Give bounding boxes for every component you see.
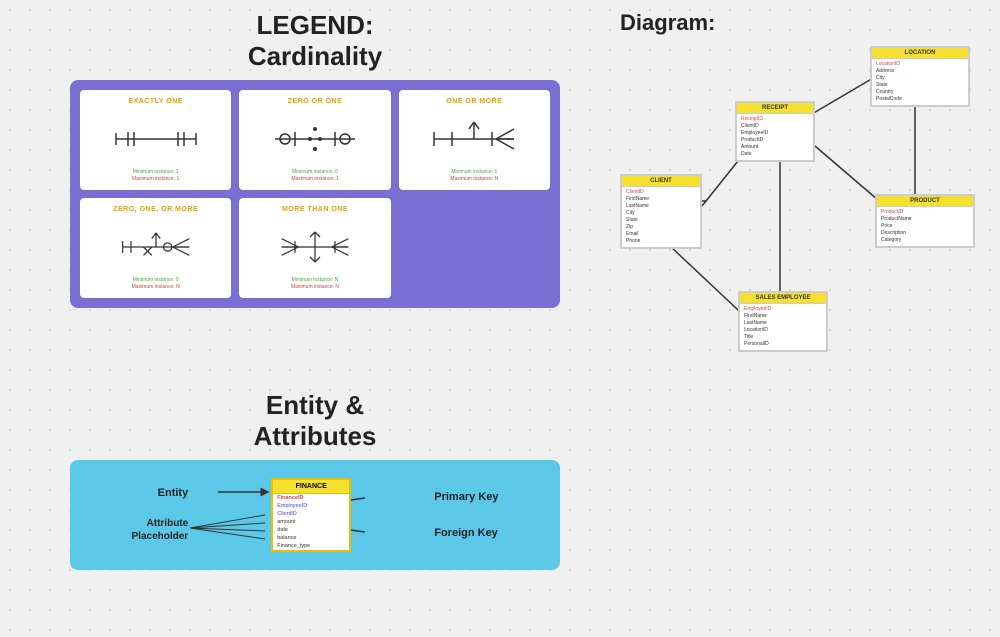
- legend-box: EXACTLY ONE Minimum i: [70, 80, 560, 308]
- finance-row-amount: amount: [273, 518, 349, 526]
- card-diagram-exactly-one: [86, 109, 225, 169]
- card-title-one-or-more: ONE OR MORE: [405, 98, 544, 105]
- db-entity-location: LOCATION LocationID Address City State C…: [870, 46, 970, 107]
- card-desc-more-than-one: Minimum instance: N Maximum instance: N: [245, 277, 384, 291]
- card-one-or-more: ONE OR MORE: [399, 90, 550, 190]
- diagram-section: Diagram: CLIENT Client: [620, 10, 990, 426]
- legend-title: LEGEND: Cardinality: [70, 10, 560, 72]
- card-title-zero-or-one: ZERO OR ONE: [245, 98, 384, 105]
- card-title-zero-one-more: ZERO, ONE, OR MORE: [86, 206, 225, 213]
- attribute-placeholder-label: AttributePlaceholder: [132, 517, 189, 543]
- card-diagram-zero-or-one: [245, 109, 384, 169]
- card-more-than-one: MORE THAN ONE: [239, 198, 390, 298]
- db-entity-sales-employee: SALES EMPLOYEE EmployeeID FirstName Last…: [738, 291, 828, 352]
- db-entity-client: CLIENT ClientID FirstName LastName City …: [620, 174, 702, 249]
- card-diagram-more-than-one: [245, 217, 384, 277]
- finance-row-date: date: [273, 526, 349, 534]
- card-zero-one-more: ZERO, ONE, OR MORE: [80, 198, 231, 298]
- card-desc-zero-one-more: Minimum instance: 0 Maximum instance: N: [86, 277, 225, 291]
- card-desc-one-or-more: Minimum instance: 1 Maximum instance: N: [405, 169, 544, 183]
- card-zero-or-one: ZERO OR ONE Minimum i: [239, 90, 390, 190]
- card-diagram-one-or-more: [405, 109, 544, 169]
- finance-entity: FINANCE FinanceID EmployeeID ClientID am…: [271, 478, 351, 552]
- finance-row-balance: balance: [273, 534, 349, 542]
- diagram-canvas: CLIENT ClientID FirstName LastName City …: [620, 46, 990, 426]
- primary-key-label: Primary Key: [434, 491, 498, 503]
- card-title-more-than-one: MORE THAN ONE: [245, 206, 384, 213]
- card-diagram-zero-one-more: [86, 217, 225, 277]
- finance-row-fk2: ClientID: [273, 510, 349, 518]
- entity-label: Entity: [158, 487, 189, 499]
- finance-row-fk1: EmployeeID: [273, 502, 349, 510]
- entity-box: Entity AttributePlaceholder FINANCE Fina…: [70, 460, 560, 570]
- card-desc-exactly-one: Minimum instance: 1 Maximum instance: 1: [86, 169, 225, 183]
- entity-title: Entity & Attributes: [70, 390, 560, 452]
- diagram-title: Diagram:: [620, 10, 990, 36]
- db-entity-receipt: RECEIPT ReceiptID ClientID EmployeeID Pr…: [735, 101, 815, 162]
- finance-row-type: Finance_type: [273, 542, 349, 550]
- foreign-key-label: Foreign Key: [434, 527, 498, 539]
- card-title-exactly-one: EXACTLY ONE: [86, 98, 225, 105]
- card-desc-zero-or-one: Minimum instance: 0 Maximum instance: 1: [245, 169, 384, 183]
- finance-row-pk: FinanceID: [273, 494, 349, 502]
- db-entity-product: PRODUCT ProductID ProductName Price Desc…: [875, 194, 975, 248]
- legend-section: LEGEND: Cardinality EXACTLY ONE: [70, 10, 560, 308]
- entity-attributes-section: Entity & Attributes Entity Attr: [70, 390, 560, 570]
- finance-header: FINANCE: [273, 480, 349, 494]
- card-exactly-one: EXACTLY ONE Minimum i: [80, 90, 231, 190]
